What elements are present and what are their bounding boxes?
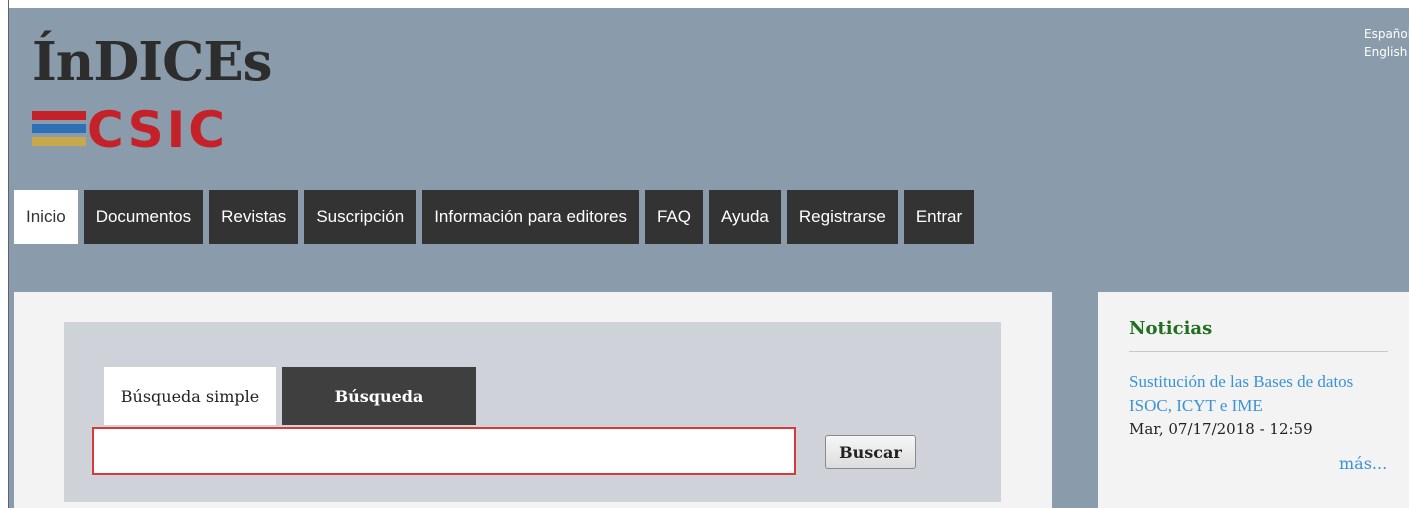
nav-informacion-editores[interactable]: Información para editores — [422, 190, 639, 244]
nav-faq[interactable]: FAQ — [644, 190, 703, 244]
nav-inicio[interactable]: Inicio — [14, 190, 78, 244]
page-frame: ÍnDICEs CSIC Español English Inicio Docu… — [8, 8, 1409, 508]
search-button[interactable]: Buscar — [825, 435, 916, 469]
page-left-edge — [8, 0, 9, 508]
news-heading: Noticias — [1129, 318, 1213, 339]
news-sidebar: Noticias Sustitución de las Bases de dat… — [1098, 292, 1409, 508]
search-input[interactable] — [92, 427, 796, 475]
tab-busqueda-avanzada[interactable]: Búsqueda avanzada — [282, 367, 476, 466]
logo-stripes — [32, 111, 86, 155]
news-more-link[interactable]: más... — [1339, 454, 1387, 473]
nav-entrar[interactable]: Entrar — [903, 190, 975, 244]
tab-busqueda-simple[interactable]: Búsqueda simple — [104, 367, 276, 425]
nav-suscripcion[interactable]: Suscripción — [304, 190, 417, 244]
language-switcher: Español English — [1364, 25, 1409, 61]
nav-revistas[interactable]: Revistas — [209, 190, 299, 244]
news-item-link[interactable]: Sustitución de las Bases de datos ISOC, … — [1129, 370, 1379, 418]
main-content: Búsqueda simple Búsqueda avanzada Buscar — [14, 292, 1052, 508]
lang-english-link[interactable]: English — [1364, 43, 1409, 61]
logo-stripe-gold — [32, 137, 86, 146]
logo-subtitle: CSIC — [87, 101, 228, 159]
lang-espanol-link[interactable]: Español — [1364, 25, 1409, 43]
logo-stripe-red — [32, 111, 86, 120]
news-item-date: Mar, 07/17/2018 - 12:59 — [1129, 420, 1313, 438]
nav-registrarse[interactable]: Registrarse — [786, 190, 898, 244]
logo-title: ÍnDICEs — [32, 31, 272, 93]
search-tabs: Búsqueda simple Búsqueda avanzada — [104, 367, 476, 466]
main-nav: Inicio Documentos Revistas Suscripción I… — [14, 190, 980, 244]
logo-stripe-blue — [32, 124, 86, 133]
site-logo[interactable]: ÍnDICEs CSIC — [32, 26, 312, 159]
search-panel: Búsqueda simple Búsqueda avanzada Buscar — [64, 322, 1001, 502]
news-divider — [1129, 351, 1388, 352]
nav-documentos[interactable]: Documentos — [83, 190, 204, 244]
nav-ayuda[interactable]: Ayuda — [708, 190, 781, 244]
